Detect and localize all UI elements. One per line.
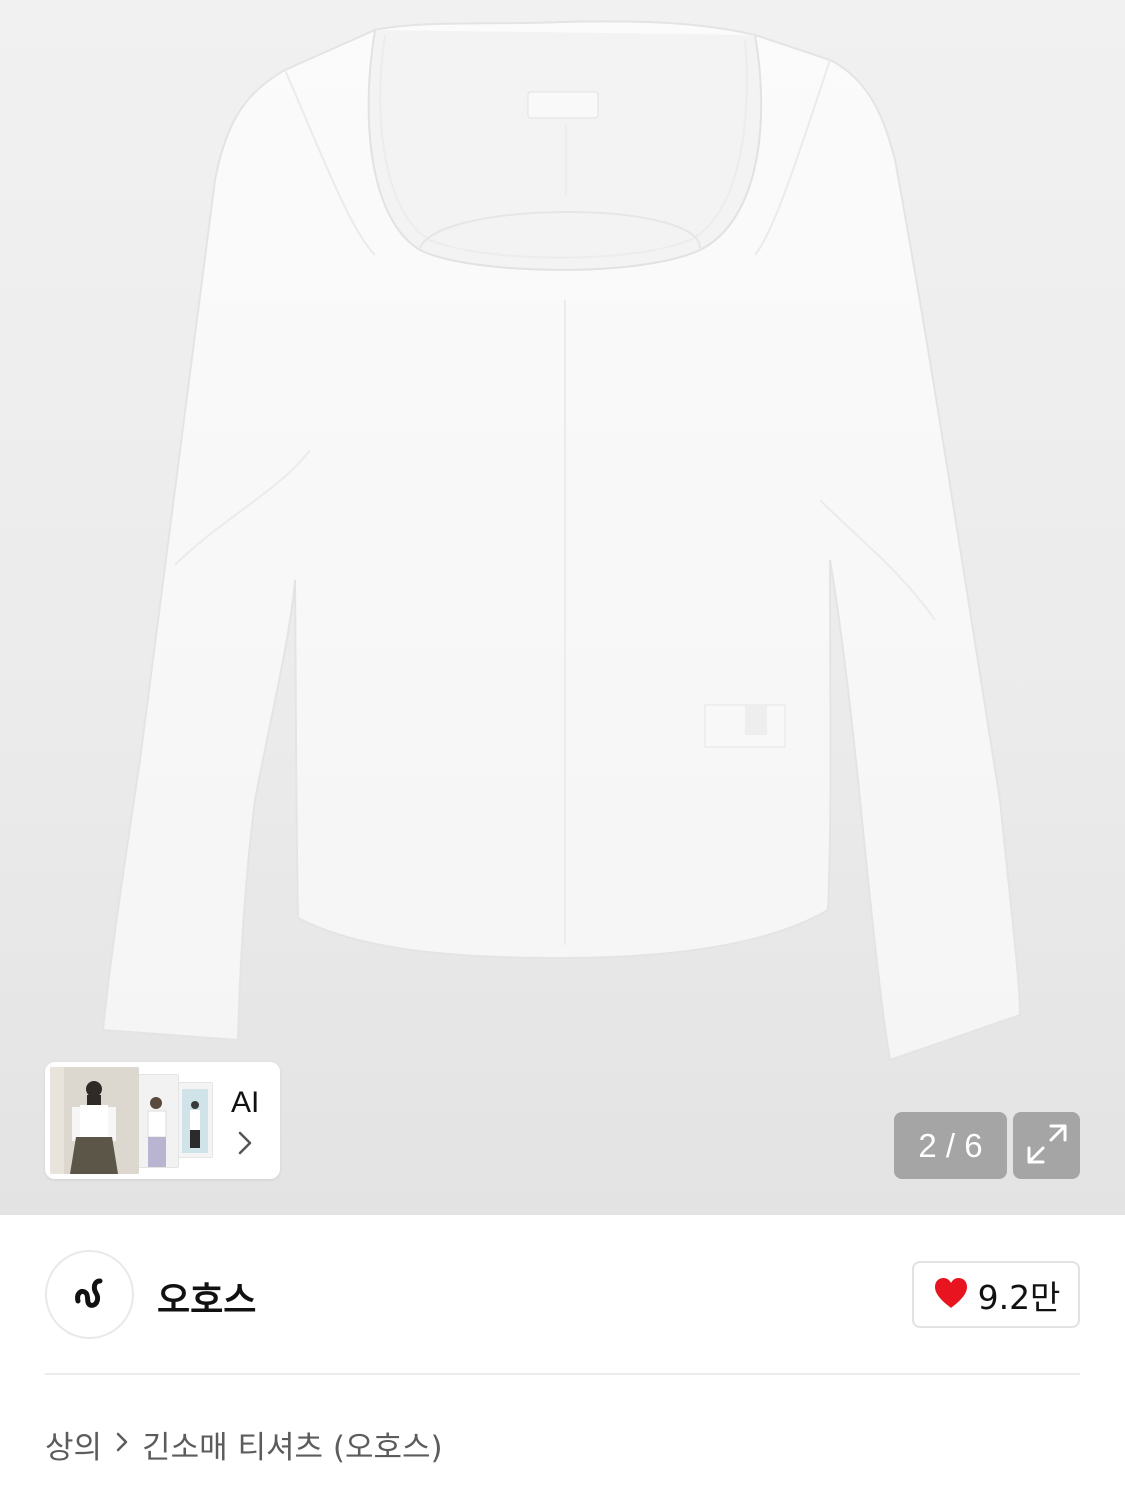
breadcrumb: 상의 긴소매 티셔츠 (오호스)	[45, 1420, 443, 1468]
thumbnail-2	[133, 1074, 179, 1168]
brand-name[interactable]: 오호스	[157, 1271, 256, 1323]
product-photo	[101, 20, 1022, 1062]
chevron-right-icon	[114, 1426, 130, 1462]
breadcrumb-item-subcategory[interactable]: 긴소매 티셔츠 (오호스)	[142, 1422, 443, 1467]
ai-styling-card[interactable]: AI	[45, 1062, 280, 1179]
divider	[45, 1373, 1080, 1375]
thumbnail-1	[50, 1067, 139, 1174]
thumbnail-3	[175, 1082, 213, 1158]
image-counter: 2 / 6	[894, 1112, 1007, 1179]
like-count: 9.2만	[977, 1277, 1061, 1317]
heart-icon	[932, 1276, 970, 1314]
brand-logo[interactable]	[45, 1250, 134, 1339]
brand-logo-icon	[70, 1273, 110, 1317]
expand-arrows-icon	[1025, 1122, 1069, 1170]
breadcrumb-item-category[interactable]: 상의	[45, 1422, 102, 1467]
chevron-right-icon	[237, 1130, 253, 1160]
like-button[interactable]: 9.2만	[912, 1261, 1080, 1328]
product-image-gallery[interactable]: AI 2 / 6	[0, 0, 1125, 1215]
expand-button[interactable]	[1013, 1112, 1080, 1179]
ai-label: AI	[231, 1086, 260, 1119]
